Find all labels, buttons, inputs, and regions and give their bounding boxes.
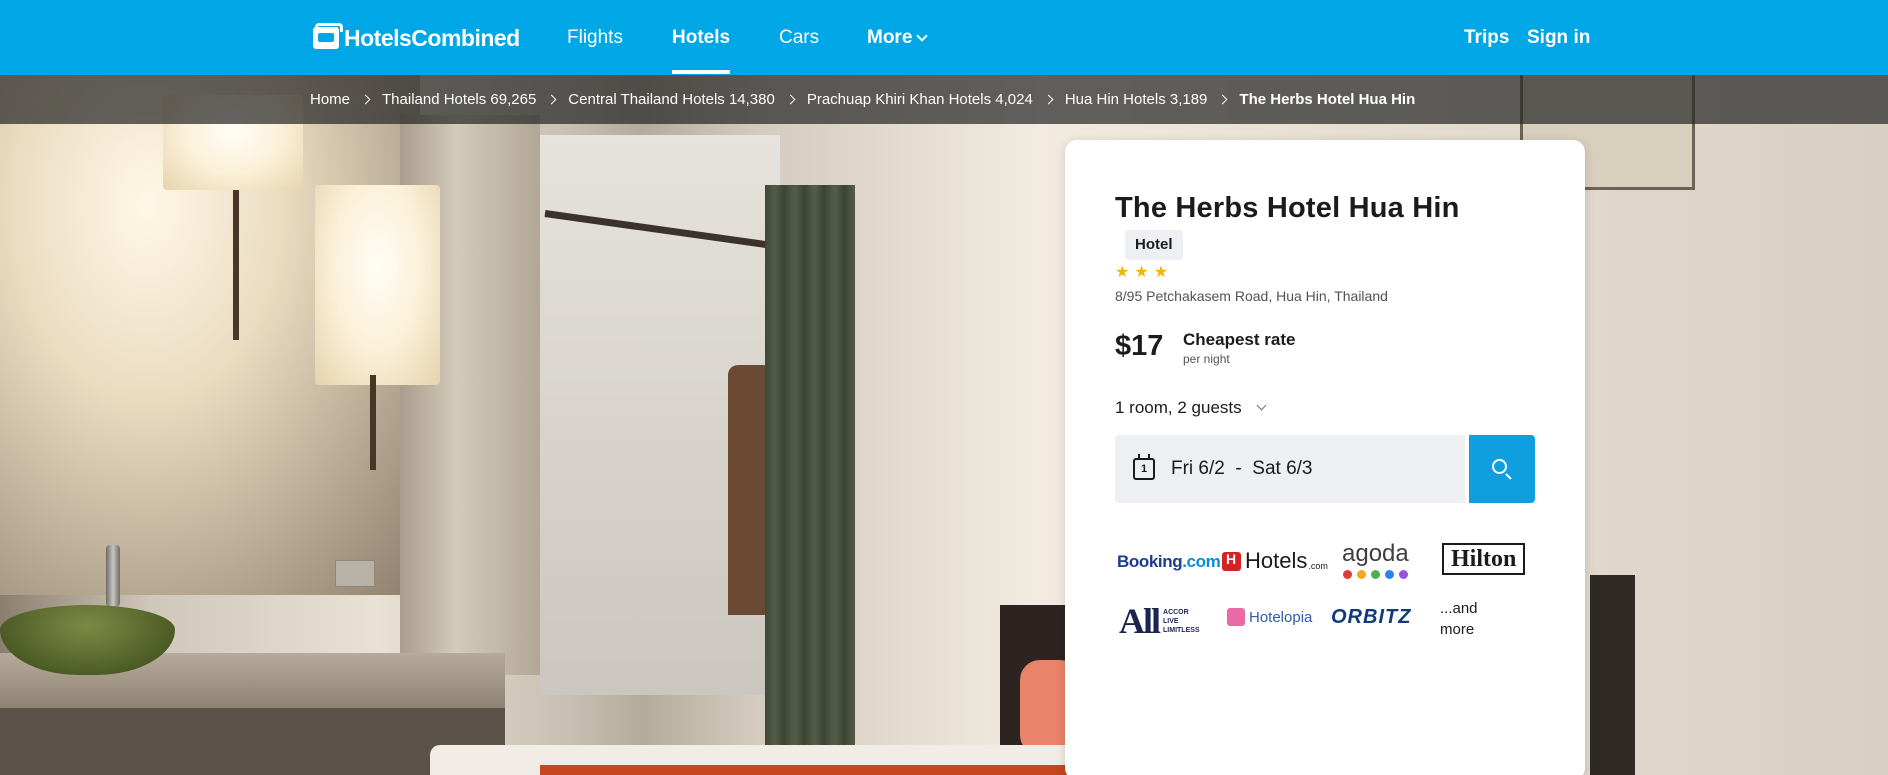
hotels-com-logo: Hotels.com bbox=[1222, 548, 1328, 574]
search-button[interactable] bbox=[1469, 435, 1535, 503]
hotelopia-icon bbox=[1227, 608, 1245, 626]
logo-bear-icon bbox=[313, 23, 343, 49]
accor-tagline-line: ACCOR bbox=[1163, 608, 1189, 616]
more-partners-label: ...and more bbox=[1440, 600, 1478, 638]
hotelscombined-logo[interactable]: HotelsCombined bbox=[313, 23, 520, 52]
agoda-dot bbox=[1399, 570, 1408, 579]
hotel-booking-card: The Herbs Hotel Hua Hin Hotel ★★★ 8/95 P… bbox=[1065, 140, 1585, 775]
nav-flights-link[interactable]: Flights bbox=[567, 24, 623, 52]
breadcrumb-home[interactable]: Home bbox=[310, 91, 350, 108]
hotel-name: The Herbs Hotel Hua Hin bbox=[1115, 192, 1460, 224]
calendar-icon: 1 bbox=[1133, 454, 1155, 480]
photo-sconce bbox=[370, 375, 376, 470]
agoda-dots bbox=[1343, 570, 1413, 579]
agoda-dot bbox=[1357, 570, 1366, 579]
active-tab-indicator bbox=[672, 70, 730, 74]
per-night-label: per night bbox=[1183, 352, 1230, 366]
top-navigation-bar: HotelsCombined Flights Hotels Cars More … bbox=[0, 0, 1888, 75]
date-range-picker[interactable]: 1 Fri 6/2 - Sat 6/3 bbox=[1115, 435, 1465, 503]
accor-tagline-line: LIMITLESS bbox=[1163, 626, 1200, 634]
accor-tagline-line: LIVE bbox=[1163, 617, 1179, 625]
nav-more-label: More bbox=[867, 27, 913, 48]
agoda-dot bbox=[1371, 570, 1380, 579]
booking-com-logo-main: Booking bbox=[1117, 552, 1183, 571]
chevron-right-icon bbox=[1217, 94, 1228, 105]
breadcrumb-city[interactable]: Hua Hin Hotels 3,189 bbox=[1065, 91, 1208, 108]
agoda-logo: agoda bbox=[1342, 540, 1409, 567]
sign-in-link[interactable]: Sign in bbox=[1527, 24, 1590, 52]
photo-furniture bbox=[1590, 575, 1635, 775]
hotels-com-logo-suffix: .com bbox=[1308, 561, 1328, 571]
orbitz-logo: ORBITZ bbox=[1331, 606, 1412, 628]
agoda-dot bbox=[1385, 570, 1394, 579]
chevron-right-icon bbox=[1043, 94, 1054, 105]
hotel-room-photo bbox=[0, 75, 1888, 775]
chevron-right-icon bbox=[785, 94, 796, 105]
photo-lamp bbox=[315, 185, 440, 385]
photo-sconce bbox=[233, 190, 239, 340]
property-type-badge: Hotel bbox=[1125, 230, 1183, 260]
trips-link[interactable]: Trips bbox=[1464, 24, 1509, 52]
logo-text: HotelsCombined bbox=[344, 24, 520, 51]
booking-com-logo: Booking.com bbox=[1117, 552, 1221, 572]
booking-com-logo-suffix: .com bbox=[1182, 552, 1221, 571]
hotels-com-icon bbox=[1222, 551, 1241, 571]
hotelopia-logo: Hotelopia bbox=[1227, 608, 1312, 626]
accor-tagline: ACCOR LIVE LIMITLESS bbox=[1163, 608, 1200, 635]
accor-all-logo-main: All bbox=[1119, 601, 1161, 641]
photo-light-switch bbox=[335, 560, 375, 587]
guests-selector[interactable]: 1 room, 2 guests bbox=[1115, 398, 1267, 418]
breadcrumb: Home Thailand Hotels 69,265 Central Thai… bbox=[0, 75, 1888, 124]
chevron-right-icon bbox=[360, 94, 371, 105]
hotel-address: 8/95 Petchakasem Road, Hua Hin, Thailand bbox=[1115, 288, 1388, 304]
nav-hotels-link[interactable]: Hotels bbox=[672, 24, 730, 52]
chevron-down-icon bbox=[1256, 400, 1267, 410]
hilton-logo: Hilton bbox=[1442, 543, 1526, 575]
guests-value: 1 room, 2 guests bbox=[1115, 398, 1242, 417]
chevron-down-icon bbox=[916, 30, 929, 42]
hotels-com-logo-main: Hotels bbox=[1245, 548, 1308, 573]
date-range-value: Fri 6/2 - Sat 6/3 bbox=[1171, 458, 1313, 479]
star-icon: ★★★ bbox=[1115, 264, 1174, 281]
search-icon bbox=[1492, 459, 1507, 474]
nav-more-menu[interactable]: More bbox=[867, 24, 929, 52]
photo-bed-runner bbox=[540, 765, 1100, 775]
rate-label: Cheapest rate bbox=[1183, 330, 1296, 349]
photo-faucet bbox=[106, 545, 120, 607]
breadcrumb-country[interactable]: Thailand Hotels 69,265 bbox=[382, 91, 536, 108]
breadcrumb-province[interactable]: Prachuap Khiri Khan Hotels 4,024 bbox=[807, 91, 1033, 108]
breadcrumb-region[interactable]: Central Thailand Hotels 14,380 bbox=[568, 91, 775, 108]
star-rating: ★★★ bbox=[1115, 262, 1173, 282]
calendar-icon-day: 1 bbox=[1141, 463, 1148, 475]
accor-all-logo: All ACCOR LIVE LIMITLESS bbox=[1119, 600, 1200, 642]
nav-cars-link[interactable]: Cars bbox=[779, 24, 819, 52]
agoda-dot bbox=[1343, 570, 1352, 579]
hotelopia-logo-text: Hotelopia bbox=[1249, 608, 1313, 626]
cheapest-price: $17 bbox=[1115, 330, 1164, 362]
chevron-right-icon bbox=[546, 94, 557, 105]
breadcrumb-current: The Herbs Hotel Hua Hin bbox=[1239, 91, 1416, 108]
photo-curtain bbox=[765, 185, 855, 775]
